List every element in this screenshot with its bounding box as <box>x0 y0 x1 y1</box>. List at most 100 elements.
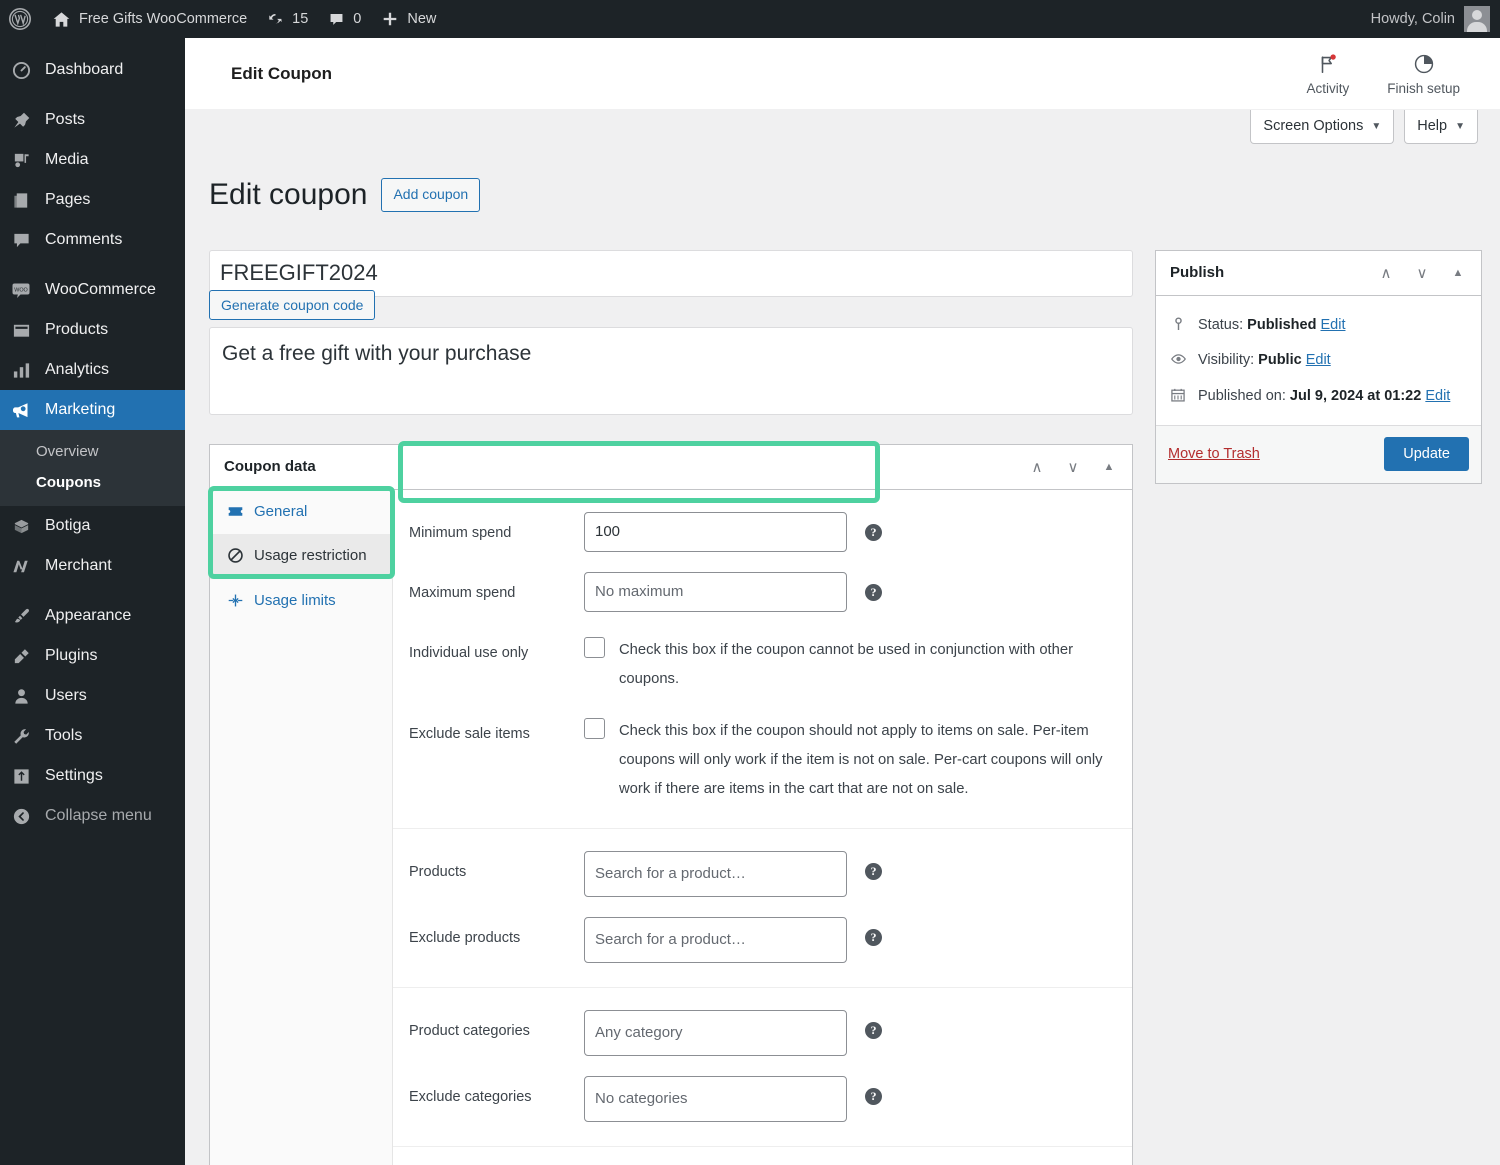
help-tip-icon[interactable]: ? <box>865 862 882 880</box>
sidebar-item-products[interactable]: Products <box>0 310 185 350</box>
sidebar-label: WooCommerce <box>45 281 156 298</box>
sidebar-item-posts[interactable]: Posts <box>0 100 185 140</box>
sidebar-item-appearance[interactable]: Appearance <box>0 596 185 636</box>
sidebar-item-comments[interactable]: Comments <box>0 220 185 260</box>
individual-use-only-checkbox[interactable] <box>584 636 605 658</box>
individual-use-only-text: Check this box if the coupon cannot be u… <box>619 641 1074 687</box>
tab-usage-limits-label: Usage limits <box>254 591 336 609</box>
help-tip-icon[interactable]: ? <box>865 1021 882 1039</box>
tab-usage-restriction-label: Usage restriction <box>254 547 367 565</box>
publish-postbox: Publish ∧ ∨ ▲ Status: Published Edit Vis… <box>1155 249 1482 484</box>
sidebar-item-users[interactable]: Users <box>0 676 185 716</box>
help-tip-icon[interactable]: ? <box>865 523 882 541</box>
exclude-sale-items-checkbox[interactable] <box>584 718 605 740</box>
sidebar-item-analytics[interactable]: Analytics <box>0 350 185 390</box>
sidebar-item-woocommerce[interactable]: WOO WooCommerce <box>0 270 185 310</box>
visibility-label: Visibility: <box>1198 352 1255 369</box>
coupon-data-tabs: General Usage restriction Usage limits <box>210 489 393 1165</box>
generate-coupon-code-button[interactable]: Generate coupon code <box>209 289 376 320</box>
sidebar-label: Pages <box>45 191 91 208</box>
sidebar-item-collapse-menu[interactable]: Collapse menu <box>0 796 185 836</box>
edit-visibility-link[interactable]: Edit <box>1306 352 1331 368</box>
media-icon <box>10 149 32 171</box>
products-group: Products ? Exclude products <box>393 829 1132 988</box>
product-categories-label: Product categories <box>409 1022 530 1039</box>
plus-icon <box>381 10 399 28</box>
sidebar-label: Botiga <box>45 517 91 534</box>
exclude-products-label: Exclude products <box>409 929 521 946</box>
toggle-panel-button[interactable]: ▲ <box>1441 256 1475 290</box>
sidebar-item-tools[interactable]: Tools <box>0 716 185 756</box>
minimum-spend-label: Minimum spend <box>409 524 512 541</box>
sidebar-label: Users <box>45 687 87 704</box>
edit-status-link[interactable]: Edit <box>1321 317 1346 333</box>
move-down-button[interactable]: ∨ <box>1056 450 1090 484</box>
exclude-sale-items-text: Check this box if the coupon should not … <box>619 723 1103 798</box>
sidebar-item-media[interactable]: Media <box>0 140 185 180</box>
tab-general[interactable]: General <box>210 490 392 535</box>
sidebar-label: Media <box>45 151 89 168</box>
help-button[interactable]: Help ▼ <box>1404 110 1478 144</box>
field-individual-use-only: Individual use only Check this box if th… <box>393 622 1132 704</box>
adminbar-wp-logo[interactable] <box>0 0 42 38</box>
sidebar-label: Appearance <box>45 607 132 624</box>
help-tip-icon[interactable]: ? <box>865 583 882 601</box>
products-search-input[interactable] <box>584 850 847 897</box>
publish-date-row: Published on: Jul 9, 2024 at 01:22 Edit <box>1168 379 1469 415</box>
minimum-spend-input[interactable] <box>584 511 847 552</box>
sidebar-item-dashboard[interactable]: Dashboard <box>0 50 185 90</box>
move-up-button[interactable]: ∧ <box>1020 450 1054 484</box>
sidebar-item-plugins[interactable]: Plugins <box>0 636 185 676</box>
move-to-trash-link[interactable]: Move to Trash <box>1168 446 1260 462</box>
edit-date-link[interactable]: Edit <box>1425 388 1450 404</box>
analytics-icon <box>10 359 32 381</box>
updates-icon <box>267 11 284 28</box>
merchant-icon <box>10 555 32 577</box>
activity-button[interactable]: Activity <box>1306 51 1349 96</box>
sidebar-item-pages[interactable]: Pages <box>0 180 185 220</box>
sidebar-item-merchant[interactable]: Merchant <box>0 546 185 586</box>
field-exclude-products: Exclude products ? <box>393 907 1132 973</box>
adminbar-account[interactable]: Howdy, Colin <box>1371 6 1500 32</box>
move-down-button[interactable]: ∨ <box>1405 256 1439 290</box>
adminbar-new-content[interactable]: New <box>371 0 446 38</box>
sidebar-divider <box>0 586 185 596</box>
update-button[interactable]: Update <box>1384 437 1469 472</box>
sidebar-label: Posts <box>45 111 86 128</box>
user-icon <box>10 685 32 707</box>
field-exclude-categories: Exclude categories ? <box>393 1066 1132 1132</box>
add-coupon-button[interactable]: Add coupon <box>381 178 481 212</box>
sidebar-item-settings[interactable]: Settings <box>0 756 185 796</box>
visibility-value: Public <box>1258 352 1302 369</box>
adminbar-comments[interactable]: 0 <box>318 0 371 38</box>
toggle-panel-button[interactable]: ▲ <box>1092 450 1126 484</box>
home-icon <box>52 10 71 29</box>
exclude-categories-input[interactable] <box>584 1075 847 1122</box>
coupon-description-textarea[interactable] <box>209 326 1133 415</box>
exclude-sale-items-label: Exclude sale items <box>409 726 530 743</box>
help-tip-icon[interactable]: ? <box>865 928 882 946</box>
sidebar-label: Merchant <box>45 557 112 574</box>
exclude-products-search-input[interactable] <box>584 916 847 963</box>
finish-setup-button[interactable]: Finish setup <box>1387 51 1460 96</box>
sidebar-item-marketing[interactable]: Marketing <box>0 390 193 430</box>
help-tip-icon[interactable]: ? <box>865 1087 882 1105</box>
avatar <box>1464 6 1490 32</box>
adminbar-site-name[interactable]: Free Gifts WooCommerce <box>42 0 257 38</box>
spend-and-flags-group: Minimum spend ? Maximum spend <box>393 490 1132 829</box>
sidebar-label: Settings <box>45 767 103 784</box>
screen-options-button[interactable]: Screen Options ▼ <box>1250 110 1395 144</box>
field-maximum-spend: Maximum spend ? <box>393 562 1132 622</box>
sidebar-subitem-coupons[interactable]: Coupons <box>0 467 185 498</box>
products-label: Products <box>409 863 467 880</box>
tab-usage-limits[interactable]: Usage limits <box>210 579 392 624</box>
move-up-button[interactable]: ∧ <box>1369 256 1403 290</box>
product-categories-input[interactable] <box>584 1009 847 1056</box>
admin-sidebar: Dashboard Posts Media Pages Comments WOO… <box>0 38 193 1165</box>
sidebar-item-botiga[interactable]: Botiga <box>0 506 185 546</box>
sidebar-subitem-overview[interactable]: Overview <box>0 436 185 467</box>
tab-usage-restriction[interactable]: Usage restriction <box>210 534 392 579</box>
adminbar-updates[interactable]: 15 <box>257 0 318 38</box>
sidebar-label: Plugins <box>45 647 98 664</box>
maximum-spend-input[interactable] <box>584 571 847 612</box>
